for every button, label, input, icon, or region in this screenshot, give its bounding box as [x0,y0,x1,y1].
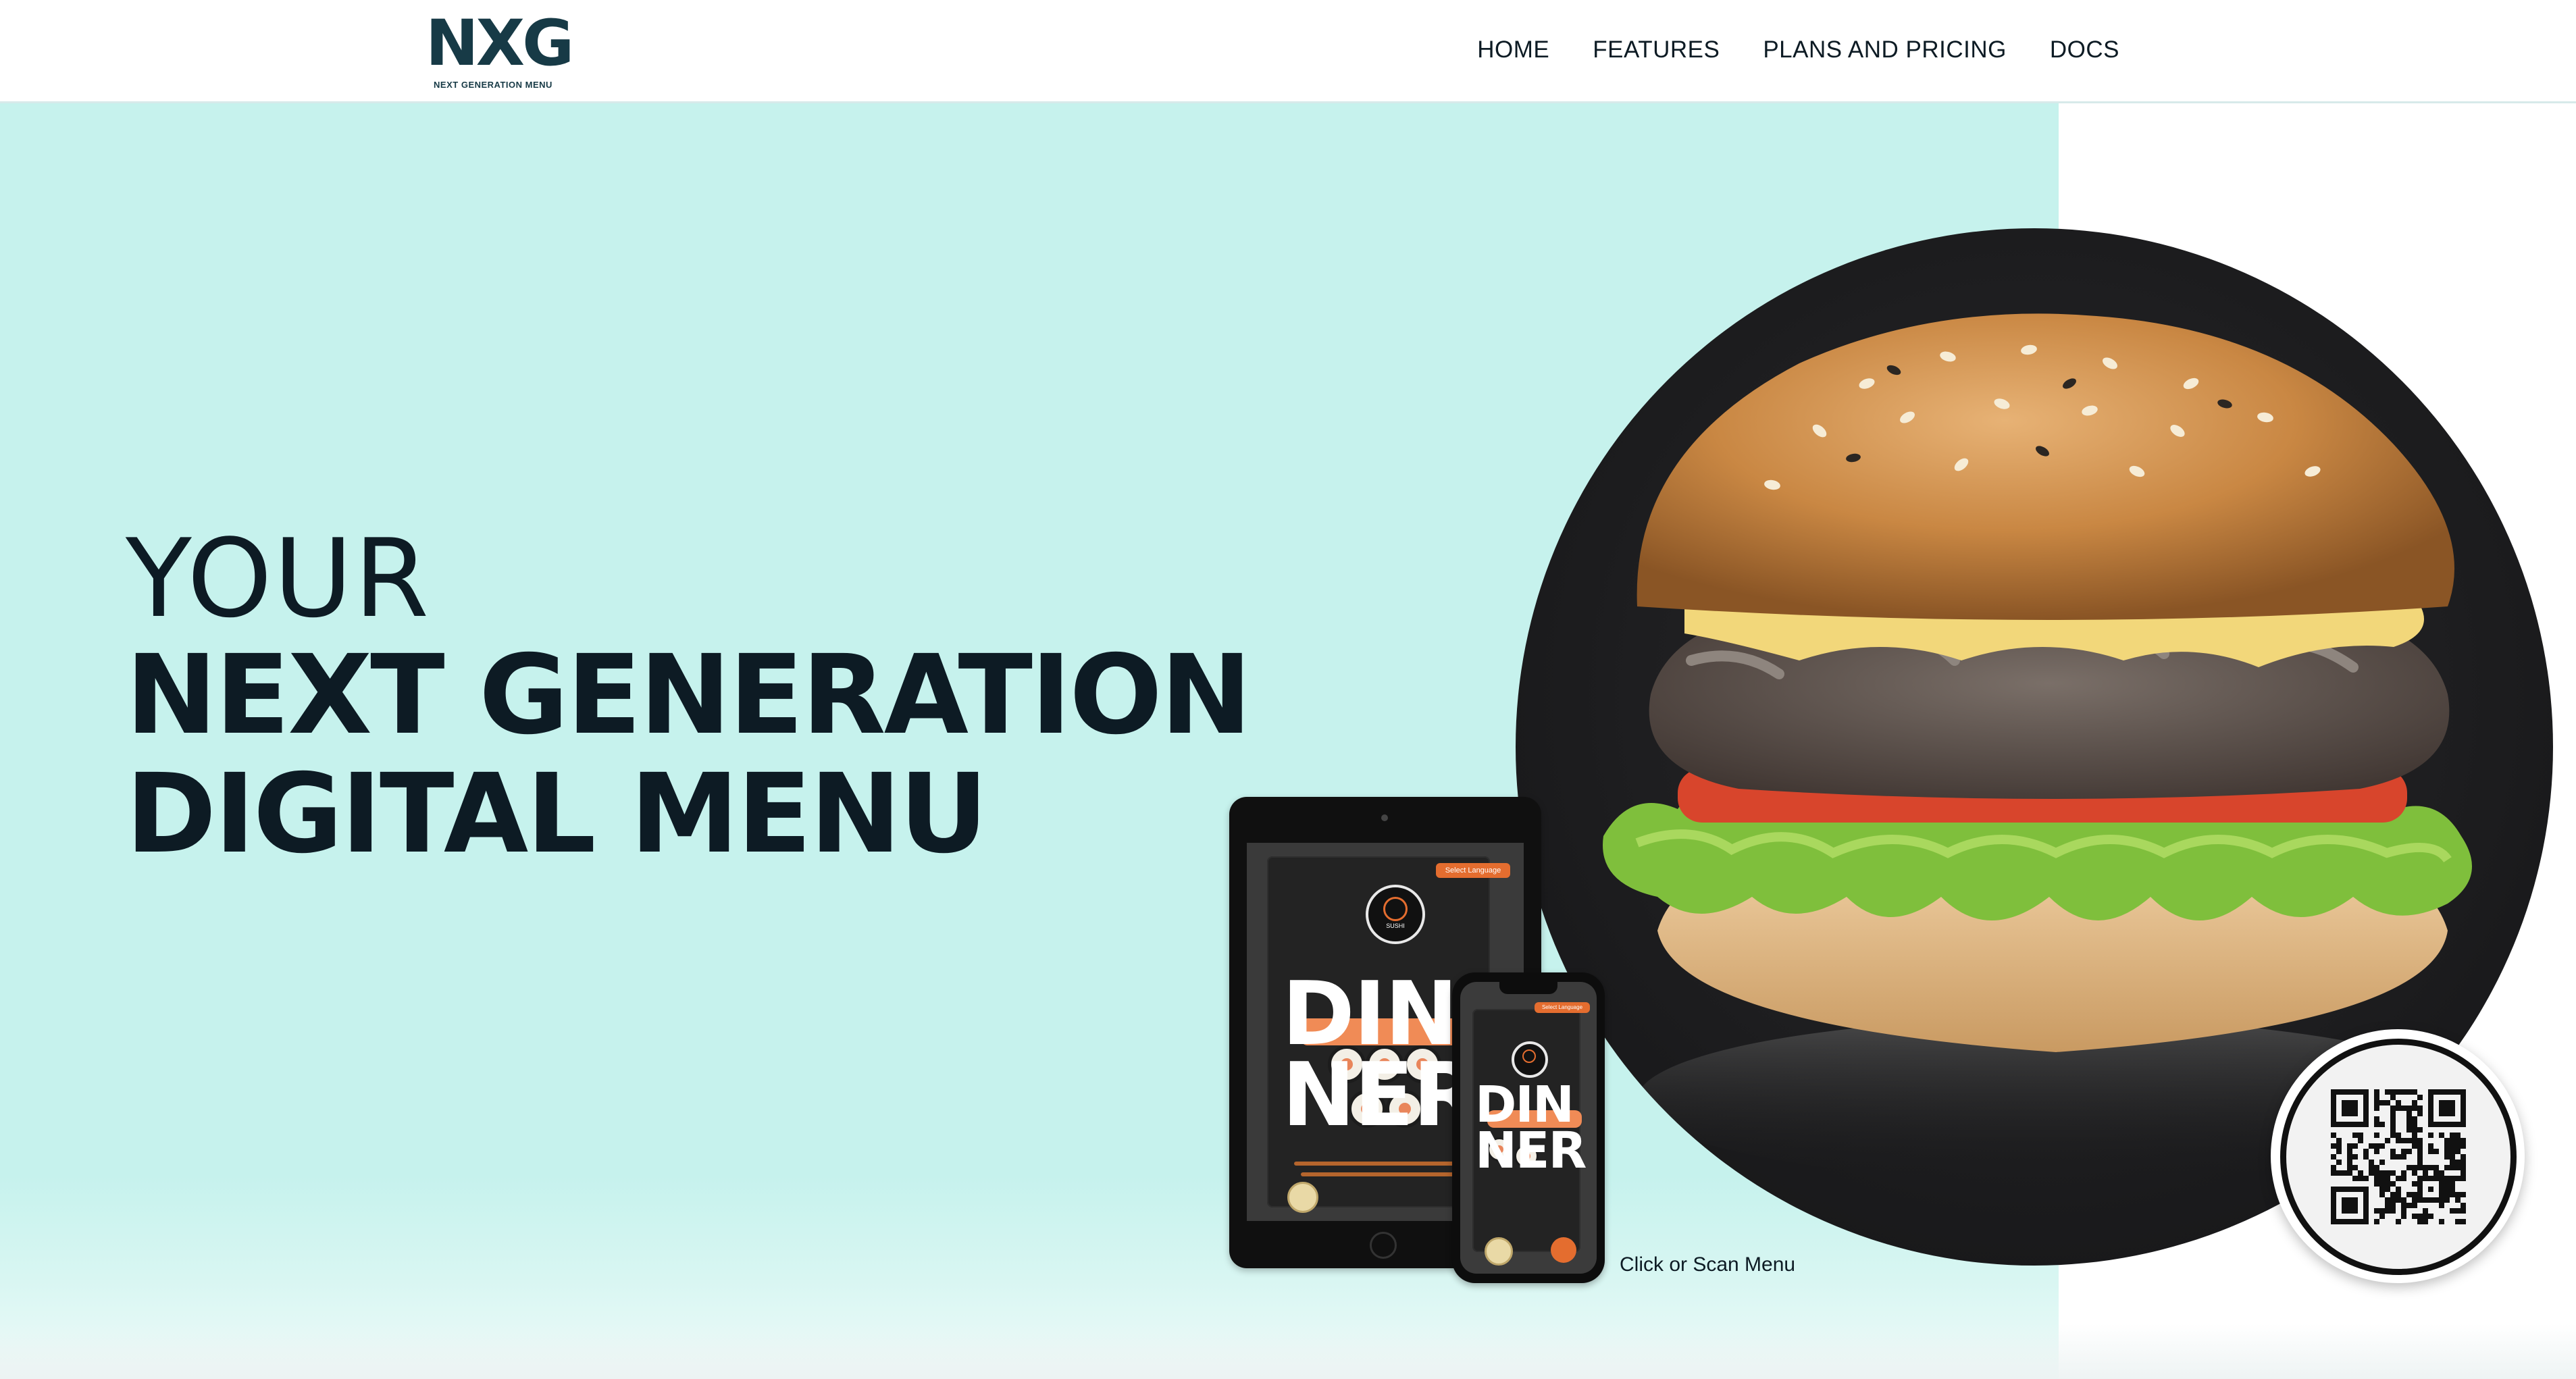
qr-code-frame [2280,1039,2517,1275]
logo-icon: NXG [426,11,574,77]
tablet-home-button [1370,1232,1397,1259]
nav-docs[interactable]: DOCS [2050,36,2119,63]
tablet-badge-label: SUSHI [1386,922,1405,929]
site-header: NXG NEXT GENERATION MENU HOME FEATURES P… [0,0,2576,103]
logo-subtitle: NEXT GENERATION MENU [434,80,552,90]
main-nav: HOME FEATURES PLANS AND PRICING DOCS [1477,36,2119,63]
headline-line-1: YOUR [126,515,431,642]
nav-home[interactable]: HOME [1477,36,1549,63]
tablet-restaurant-badge: SUSHI [1366,885,1425,944]
qr-code-button[interactable] [2271,1029,2525,1283]
phone-menu-icon [1485,1237,1513,1266]
tablet-badge-icon [1383,897,1408,921]
logo-link[interactable]: NXG NEXT GENERATION MENU [426,11,574,95]
phone-badge-icon [1522,1049,1536,1063]
hero-bottom-fade [0,1324,2576,1379]
nav-plans-and-pricing[interactable]: PLANS AND PRICING [1763,36,2007,63]
click-or-scan-caption[interactable]: Click or Scan Menu [1620,1253,1795,1276]
tablet-menu-icon [1287,1182,1318,1213]
phone-dinner-line-1: DIN [1475,1076,1574,1134]
tablet-dinner-line-2: NER [1282,1043,1480,1146]
phone-notch [1499,982,1557,994]
phone-language-button: Select Language [1535,1002,1590,1013]
headline-line-3: DIGITAL MENU [126,751,988,878]
tablet-dinner-line-1: DIN [1282,962,1458,1065]
phone-restaurant-badge [1512,1041,1548,1078]
hero-headline: YOUR NEXT GENERATION DIGITAL MENU [126,515,1274,878]
tablet-camera [1381,814,1388,821]
nav-features[interactable]: FEATURES [1593,36,1720,63]
headline-line-2: NEXT GENERATION [126,632,1252,759]
phone-screen: Select Language DIN NER [1460,982,1597,1274]
tablet-language-button: Select Language [1436,863,1510,878]
phone-device[interactable]: Select Language DIN NER [1452,972,1605,1283]
phone-dinner-line-2: NER [1475,1122,1587,1180]
phone-waiter-icon [1551,1237,1576,1263]
qr-code-icon [2331,1089,2466,1224]
logo-mark-text: NXG [426,7,574,80]
